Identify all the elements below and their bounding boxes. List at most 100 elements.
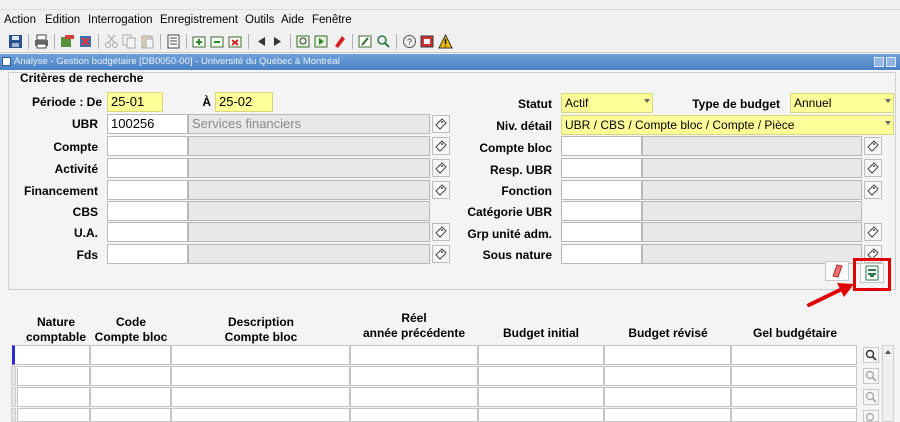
menu-interrogation[interactable]: Interrogation — [88, 14, 153, 26]
open-icon[interactable] — [60, 34, 75, 49]
maximize-window-button[interactable] — [886, 57, 896, 67]
row-detail-button[interactable] — [863, 410, 879, 422]
table-cell-description[interactable] — [171, 387, 350, 407]
clear-criteria-button[interactable] — [825, 261, 849, 281]
resp-ubr-lov-button[interactable] — [864, 159, 882, 177]
compte-bloc-lov-button[interactable] — [864, 137, 882, 155]
periode-de-field[interactable]: 25-01 — [107, 92, 163, 112]
previous-icon[interactable] — [254, 34, 269, 49]
table-cell-nature[interactable] — [12, 345, 90, 365]
attachment-icon[interactable] — [420, 34, 435, 49]
periode-a-field[interactable]: 25-02 — [215, 92, 273, 112]
table-cell-gel[interactable] — [731, 408, 857, 422]
print-icon[interactable] — [34, 34, 49, 49]
compte-bloc-label: Compte bloc — [479, 141, 552, 155]
cbs-description-field — [188, 201, 430, 221]
col-header-line1: Nature — [36, 315, 75, 329]
resp-ubr-description-field — [642, 158, 862, 178]
table-cell-gel[interactable] — [731, 345, 857, 365]
grp-unite-adm-lov-button[interactable] — [864, 223, 882, 241]
ubr-field[interactable]: 100256 — [107, 114, 188, 134]
table-cell-nature[interactable] — [17, 366, 90, 386]
menu-fenetre[interactable]: Fenêtre — [312, 14, 352, 26]
insert-record-icon[interactable] — [192, 34, 207, 49]
menu-enregistrement[interactable]: Enregistrement — [160, 14, 238, 26]
cut-icon[interactable] — [104, 34, 119, 49]
edit-icon[interactable] — [358, 34, 373, 49]
clear-icon[interactable] — [166, 34, 181, 49]
execute-query-icon[interactable] — [314, 34, 329, 49]
table-cell-code[interactable] — [90, 345, 171, 365]
type-budget-select[interactable]: Annuel — [790, 93, 894, 113]
copy-icon[interactable] — [122, 34, 137, 49]
scroll-up-icon[interactable] — [883, 347, 893, 357]
save-icon[interactable] — [8, 34, 23, 49]
table-cell-budget-revise[interactable] — [604, 345, 731, 365]
financement-field[interactable] — [107, 180, 188, 200]
table-cell-reel[interactable] — [350, 387, 478, 407]
menu-aide[interactable]: Aide — [281, 14, 304, 26]
table-cell-description[interactable] — [171, 345, 350, 365]
compte-field[interactable] — [107, 136, 188, 156]
cbs-field[interactable] — [107, 201, 188, 221]
fonction-field[interactable] — [561, 180, 642, 200]
row-indicator — [11, 387, 16, 407]
table-cell-budget-initial[interactable] — [478, 408, 604, 422]
warning-icon[interactable] — [438, 34, 453, 49]
table-cell-budget-revise[interactable] — [604, 366, 731, 386]
sous-nature-label: Sous nature — [482, 248, 552, 262]
table-cell-code[interactable] — [90, 366, 171, 386]
niv-detail-select[interactable]: UBR / CBS / Compte bloc / Compte / Pièce — [561, 115, 894, 135]
table-cell-reel[interactable] — [350, 345, 478, 365]
close-form-icon[interactable] — [78, 34, 93, 49]
paste-icon[interactable] — [140, 34, 155, 49]
col-header-budget-revise: Budget révisé — [628, 326, 708, 340]
help-icon[interactable]: ? — [402, 34, 417, 49]
row-indicator — [11, 408, 16, 422]
resp-ubr-field[interactable] — [561, 158, 642, 178]
delete-record-icon[interactable] — [228, 34, 243, 49]
ua-description-field — [188, 222, 430, 242]
table-cell-reel[interactable] — [350, 408, 478, 422]
compte-bloc-field[interactable] — [561, 136, 642, 156]
minimize-window-button[interactable] — [874, 57, 884, 67]
table-cell-gel[interactable] — [731, 366, 857, 386]
row-detail-button[interactable] — [863, 389, 879, 405]
toolbar-separator — [54, 34, 55, 49]
row-detail-button[interactable] — [863, 347, 879, 363]
categorie-ubr-field[interactable] — [561, 201, 642, 221]
table-cell-budget-initial[interactable] — [478, 366, 604, 386]
table-cell-code[interactable] — [90, 387, 171, 407]
table-cell-reel[interactable] — [350, 366, 478, 386]
table-cell-description[interactable] — [171, 366, 350, 386]
fds-field[interactable] — [107, 244, 188, 264]
list-of-values-icon[interactable] — [376, 34, 391, 49]
table-cell-budget-revise[interactable] — [604, 408, 731, 422]
next-icon[interactable] — [270, 34, 285, 49]
clear-record-icon[interactable] — [210, 34, 225, 49]
table-cell-gel[interactable] — [731, 387, 857, 407]
activite-field[interactable] — [107, 158, 188, 178]
enter-query-icon[interactable] — [296, 34, 311, 49]
sous-nature-field[interactable] — [561, 244, 642, 264]
grp-unite-adm-field[interactable] — [561, 222, 642, 242]
table-cell-nature[interactable] — [17, 408, 90, 422]
ubr-description-field: Services financiers — [188, 114, 430, 134]
table-cell-budget-initial[interactable] — [478, 387, 604, 407]
menu-outils[interactable]: Outils — [245, 14, 274, 26]
toolbar-separator — [290, 34, 291, 49]
cancel-query-icon[interactable] — [332, 34, 347, 49]
ua-field[interactable] — [107, 222, 188, 242]
table-cell-budget-initial[interactable] — [478, 345, 604, 365]
chevron-down-icon — [885, 99, 891, 103]
row-detail-button[interactable] — [863, 368, 879, 384]
table-cell-code[interactable] — [90, 408, 171, 422]
results-scrollbar[interactable] — [882, 345, 894, 422]
menu-action[interactable]: Action — [4, 14, 36, 26]
table-cell-description[interactable] — [171, 408, 350, 422]
table-cell-nature[interactable] — [17, 387, 90, 407]
fonction-lov-button[interactable] — [864, 181, 882, 199]
statut-select[interactable]: Actif — [561, 93, 653, 113]
table-cell-budget-revise[interactable] — [604, 387, 731, 407]
menu-edition[interactable]: Edition — [45, 14, 80, 26]
